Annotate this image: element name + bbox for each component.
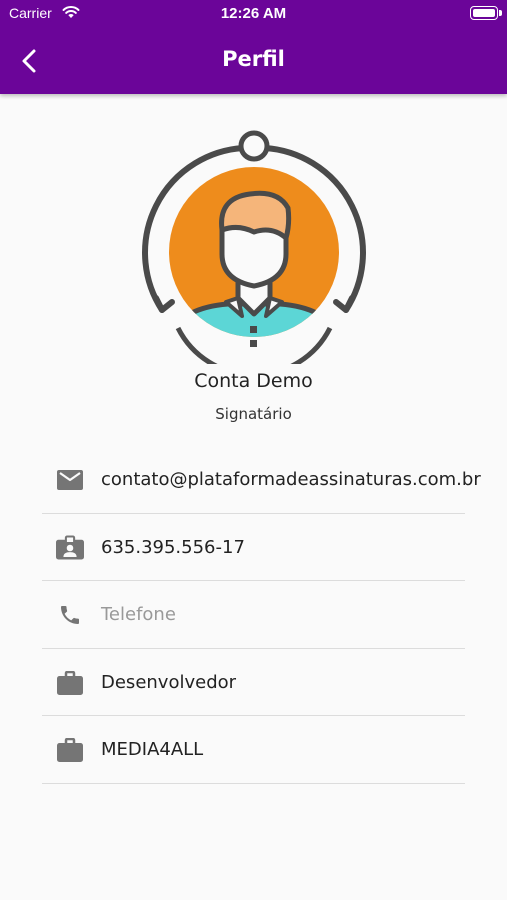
- position-value: Desenvolvedor: [101, 671, 237, 693]
- company-value: MEDIA4ALL: [101, 739, 204, 760]
- phone-value: Telefone: [101, 604, 176, 625]
- status-bar: Carrier 12:26 AM: [0, 0, 507, 30]
- profile-name: Conta Demo: [194, 370, 313, 392]
- document-value: 635.395.556-17: [101, 536, 245, 558]
- avatar: [138, 128, 370, 378]
- email-row: contato@plataformadeassinaturas.com.br: [42, 446, 481, 514]
- profile-info-list: contato@plataformadeassinaturas.com.br 6…: [42, 446, 481, 784]
- company-row: MEDIA4ALL: [42, 716, 465, 784]
- page-title: Perfil: [222, 47, 285, 71]
- clock: 12:26 AM: [220, 5, 287, 22]
- briefcase-icon: [56, 738, 84, 762]
- id-badge-icon: [56, 534, 84, 560]
- email-icon: [56, 468, 84, 492]
- phone-row: Telefone: [42, 581, 465, 649]
- app-header: Carrier 12:26 AM Perfil: [0, 0, 507, 94]
- profile-role: Signatário: [215, 405, 292, 423]
- position-row: Desenvolvedor: [42, 649, 465, 716]
- phone-icon: [56, 603, 84, 627]
- battery-icon: [470, 6, 502, 20]
- document-row: 635.395.556-17: [42, 514, 465, 581]
- email-value: contato@plataformadeassinaturas.com.br: [101, 469, 481, 490]
- briefcase-icon: [56, 670, 84, 695]
